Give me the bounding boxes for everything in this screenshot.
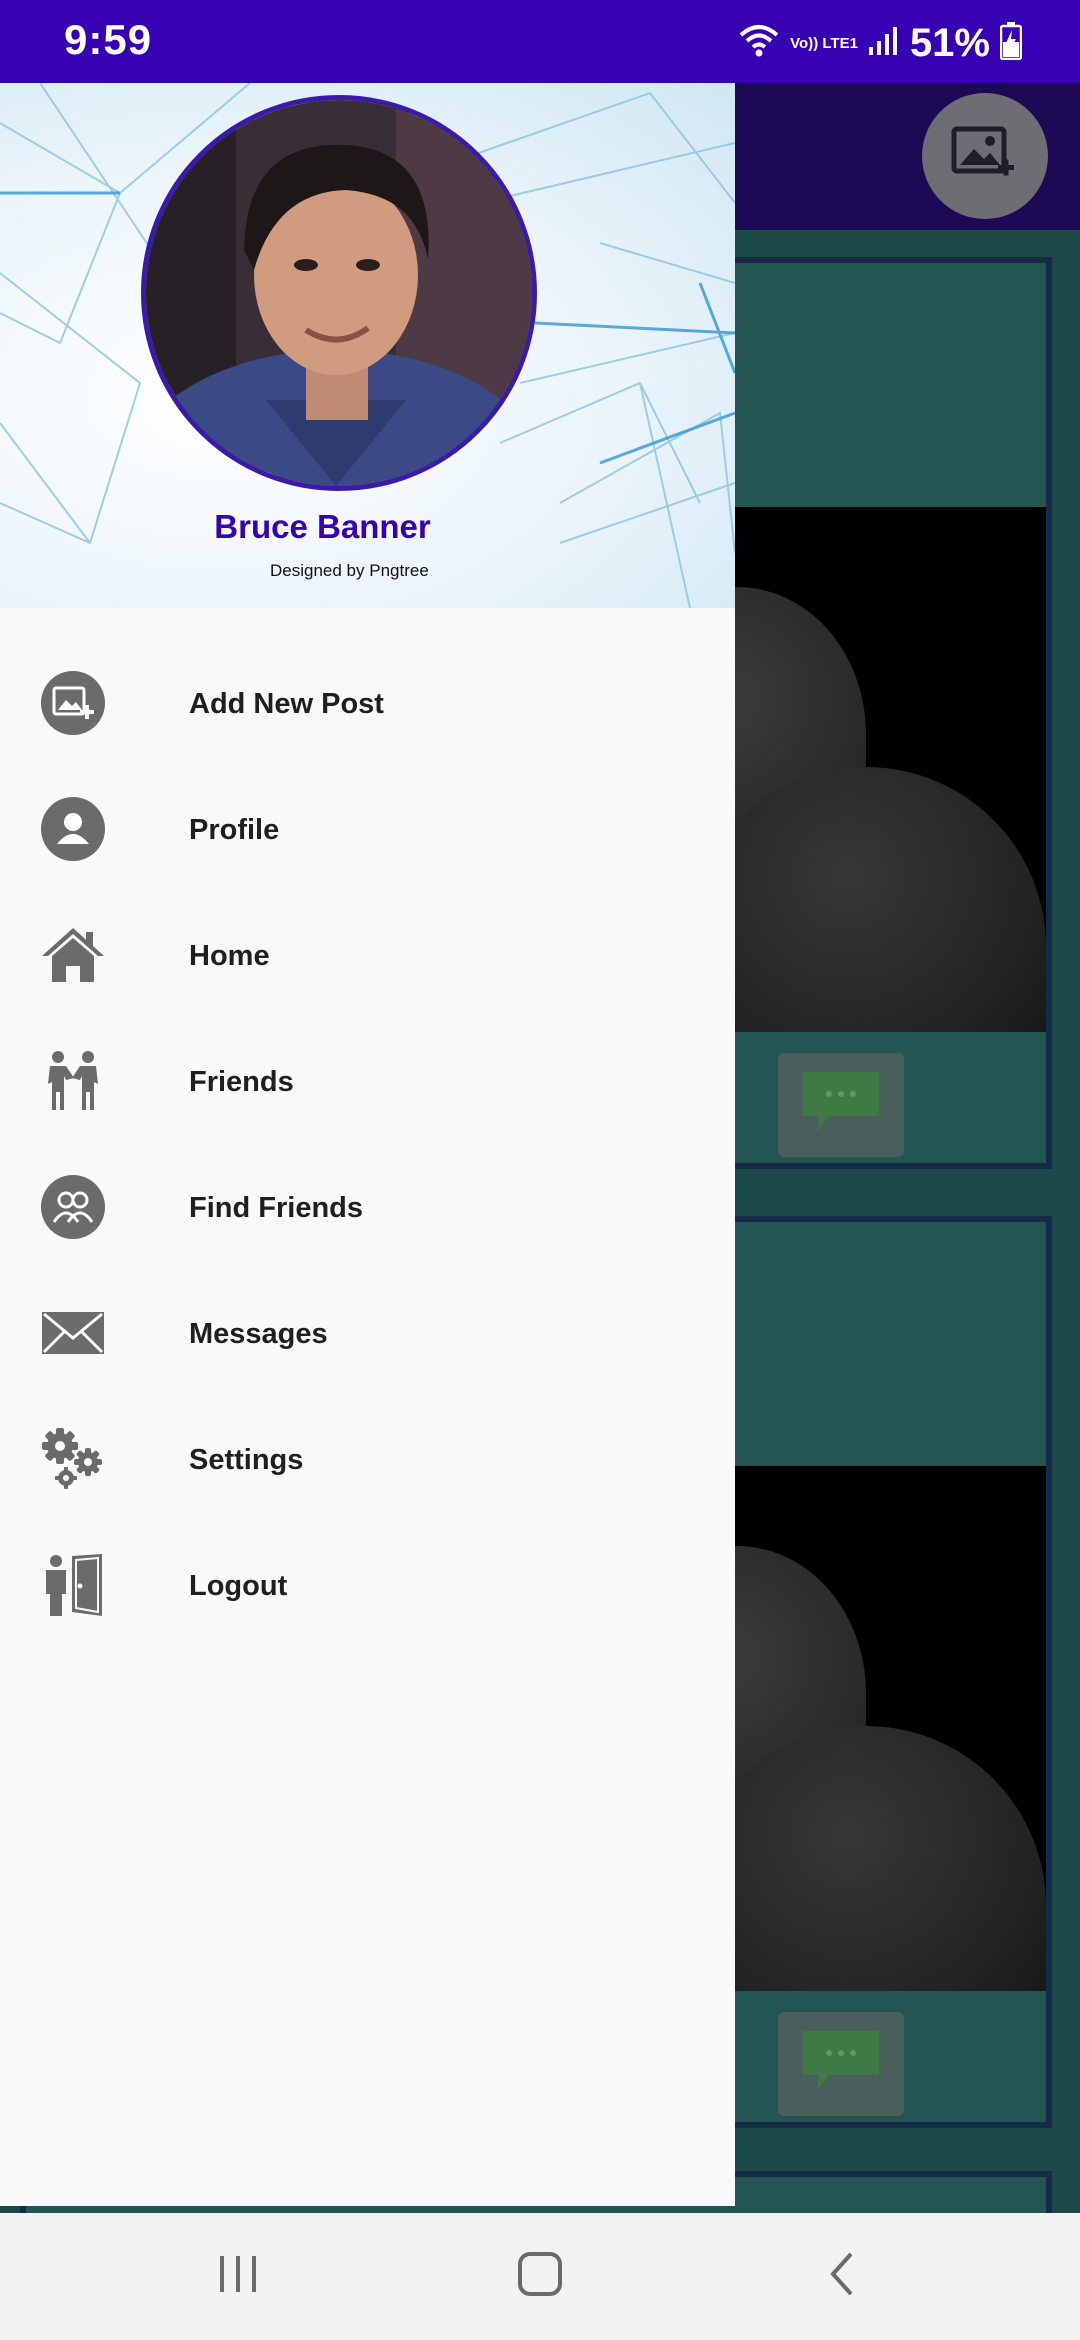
volte-indicator: Vo)) LTE1 [790,34,858,52]
add-image-icon [40,670,106,736]
wifi-icon [738,23,780,64]
recents-button[interactable] [198,2241,278,2311]
comment-bubble-icon [799,1068,883,1143]
image-credit: Designed by Pngtree [270,561,429,580]
recents-icon [218,2254,258,2299]
battery-percent: 51% [909,20,990,65]
menu-label: Profile [189,813,280,846]
battery-charging-icon [999,21,1023,65]
menu-label: Add New Post [189,687,384,720]
home-button[interactable] [500,2241,580,2311]
system-nav-bar [0,2213,1080,2340]
back-button[interactable] [802,2241,882,2311]
menu-item-find-friends[interactable]: Find Friends [0,1153,735,1263]
comment-button[interactable] [778,2012,904,2116]
menu-label: Messages [189,1317,328,1350]
friends-icon [40,1048,106,1114]
menu-item-messages[interactable]: Messages [0,1279,735,1389]
menu-label: Friends [189,1065,294,1098]
comment-button[interactable] [778,1053,904,1157]
back-icon [827,2251,857,2302]
menu-item-add-new-post[interactable]: Add New Post [0,649,735,759]
status-bar: 9:59 Vo)) LTE1 51% [0,0,1080,83]
signal-icon [868,25,900,62]
find-friends-icon [40,1174,106,1240]
logout-icon [40,1552,106,1618]
person-icon [40,796,106,862]
navigation-drawer: Bruce Banner Designed by Pngtree Add New… [0,83,735,2206]
profile-avatar[interactable] [141,95,537,491]
menu-item-home[interactable]: Home [0,901,735,1011]
drawer-header: Bruce Banner Designed by Pngtree [0,83,735,608]
add-image-icon [950,119,1020,194]
status-time: 9:59 [64,16,153,63]
envelope-icon [40,1300,106,1366]
user-name: Bruce Banner [214,508,431,545]
menu-label: Logout [189,1569,288,1602]
menu-label: Home [189,939,270,972]
menu-item-settings[interactable]: Settings [0,1405,735,1515]
menu-label: Settings [189,1443,304,1476]
add-post-fab[interactable] [922,93,1048,219]
gears-icon [40,1426,106,1492]
menu-item-profile[interactable]: Profile [0,775,735,885]
menu-item-friends[interactable]: Friends [0,1027,735,1137]
comment-bubble-icon [799,2027,883,2102]
home-button-icon [517,2251,563,2302]
menu-item-logout[interactable]: Logout [0,1531,735,1641]
home-icon [40,922,106,988]
status-icons: Vo)) LTE1 51% [738,18,1023,68]
menu-label: Find Friends [189,1191,363,1224]
